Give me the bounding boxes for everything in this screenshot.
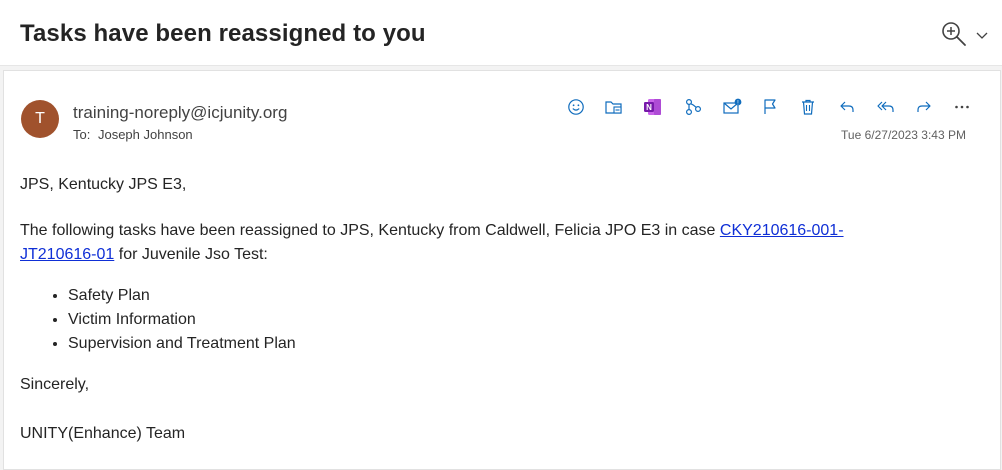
avatar: T: [21, 100, 59, 138]
svg-text:N: N: [646, 103, 652, 112]
received-timestamp: Tue 6/27/2023 3:43 PM: [841, 128, 966, 142]
flag-button[interactable]: [758, 95, 782, 119]
mark-unread-button[interactable]: !: [720, 95, 744, 119]
more-actions-button[interactable]: [950, 95, 974, 119]
intro-paragraph: The following tasks have been reassigned…: [20, 219, 844, 267]
reply-all-button[interactable]: [873, 95, 897, 119]
onenote-icon: N: [644, 99, 661, 115]
list-item: Victim Information: [68, 308, 296, 332]
case-link[interactable]: CKY210616-001-: [720, 222, 844, 239]
delete-icon: [802, 99, 814, 115]
emoji-button[interactable]: [564, 95, 588, 119]
subject-bar: Tasks have been reassigned to you: [0, 0, 1002, 66]
forward-icon: [917, 101, 931, 112]
task-list: Safety Plan Victim Information Supervisi…: [20, 284, 296, 356]
closing: Sincerely,: [20, 376, 90, 393]
message-card: T training-noreply@icjunity.org To: Jose…: [3, 70, 1001, 470]
chevron-down-icon: [976, 32, 988, 39]
move-to-folder-button[interactable]: [602, 95, 626, 119]
delete-button[interactable]: [796, 95, 820, 119]
greeting: JPS, Kentucky JPS E3,: [20, 176, 187, 193]
reply-button[interactable]: [835, 95, 859, 119]
list-item: Safety Plan: [68, 284, 296, 308]
forward-button[interactable]: [912, 95, 936, 119]
intro-text-end: for Juvenile Jso Test:: [114, 246, 268, 263]
list-item: Supervision and Treatment Plan: [68, 332, 296, 356]
move-to-folder-icon: [605, 101, 622, 114]
zoom-button[interactable]: [940, 20, 990, 50]
recipient-line: To: Joseph Johnson: [73, 127, 197, 142]
zoom-in-icon: [942, 22, 966, 46]
signature: UNITY(Enhance) Team: [20, 425, 186, 442]
emoji-icon: [568, 99, 584, 115]
flag-icon: [764, 99, 776, 114]
onenote-button[interactable]: N: [641, 95, 665, 119]
share-button[interactable]: [681, 95, 705, 119]
share-icon: [685, 98, 702, 116]
intro-text: The following tasks have been reassigned…: [20, 222, 720, 239]
more-icon: [955, 105, 969, 109]
recipient-name[interactable]: Joseph Johnson: [98, 127, 193, 142]
to-label: To:: [73, 127, 91, 142]
case-link-continued[interactable]: JT210616-01: [20, 246, 114, 263]
email-subject: Tasks have been reassigned to you: [20, 20, 426, 47]
reply-all-icon: [877, 101, 894, 112]
mark-unread-icon: !: [723, 98, 742, 114]
reply-icon: [840, 101, 854, 112]
sender-address[interactable]: training-noreply@icjunity.org: [73, 103, 287, 123]
